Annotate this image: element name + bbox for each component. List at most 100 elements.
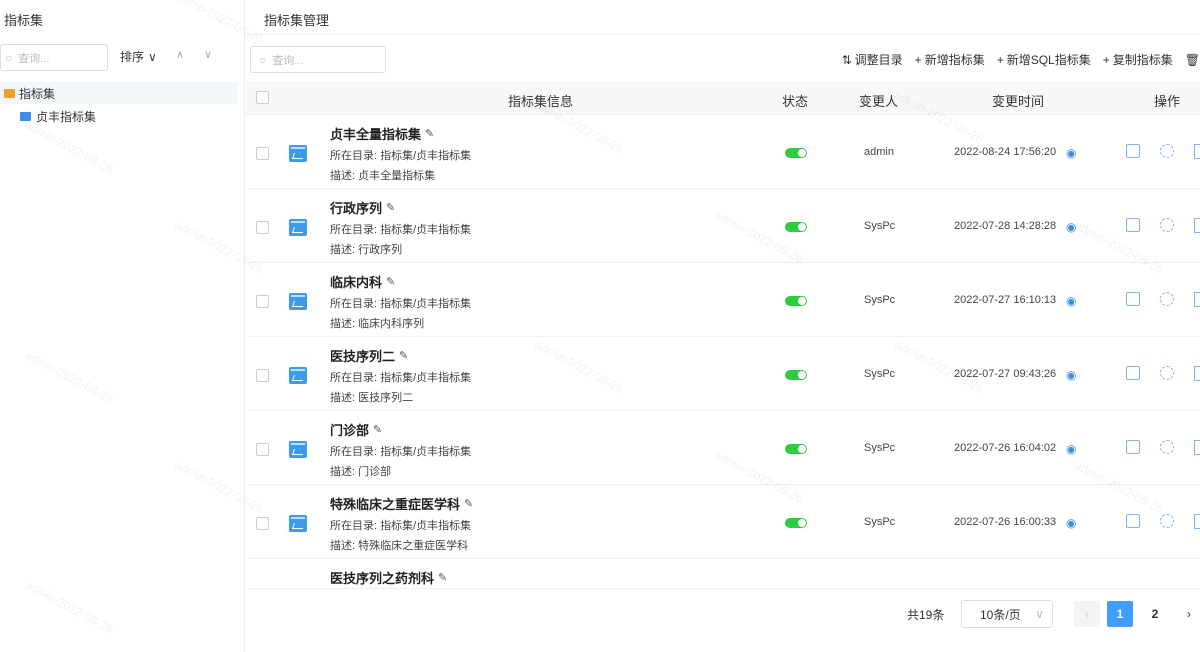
preview-icon[interactable] [1160,144,1174,158]
status-toggle[interactable] [785,444,807,454]
row-name[interactable]: 医技序列之药剂科 ✎ [330,568,447,587]
row-directory: 所在目录: 指标集/贞丰指标集 [330,224,472,236]
table-row[interactable]: 特殊临床之重症医学科 ✎ 所在目录: 指标集/贞丰指标集 描述: 特殊临床之重症医… [246,485,1200,559]
add-sql-indicator-set-button[interactable]: + 新增SQL指标集 [997,51,1091,68]
edit-icon[interactable] [1126,440,1140,454]
folder-icon [4,88,15,98]
table-row[interactable]: 医技序列之药剂科 ✎ [246,559,1200,589]
search-input[interactable]: ○ 查询... [250,46,386,73]
eye-icon[interactable]: ◉ [1066,220,1076,234]
edit-icon[interactable] [1126,292,1140,306]
adjust-icon: ⇅ [841,52,852,67]
pencil-icon[interactable]: ✎ [386,275,395,288]
row-checkbox[interactable] [256,147,269,160]
row-changer: SysPc [864,220,896,232]
preview-icon[interactable] [1160,514,1174,528]
adjust-directory-button[interactable]: ⇅ 调整目录 [842,51,903,68]
copy-indicator-set-button[interactable]: + 复制指标集 [1103,51,1173,68]
row-name[interactable]: 行政序列 ✎ [330,198,395,217]
tree-node-root-label: 指标集 [19,86,56,101]
row-checkbox[interactable] [256,295,269,308]
trash-icon[interactable] [1194,366,1200,381]
add-indicator-set-label: 新增指标集 [924,53,985,67]
row-description: 描述: 贞丰全量指标集 [330,170,436,182]
col-time: 变更时间 [992,94,1045,109]
row-changer: admin [864,146,894,158]
next-page-button[interactable]: › [1178,601,1200,627]
pencil-icon[interactable]: ✎ [373,423,382,436]
trash-icon[interactable] [1194,144,1200,159]
pencil-icon[interactable]: ✎ [386,201,395,214]
sort-button[interactable]: 排序 ∨ [120,48,157,65]
edit-icon[interactable] [1126,144,1140,158]
tree-node-child[interactable]: 贞丰指标集 [20,108,96,125]
chevron-up-icon[interactable]: ∧ [176,48,184,61]
row-name-text: 特殊临床之重症医学科 [330,497,461,512]
row-checkbox[interactable] [256,369,269,382]
row-time: 2022-07-27 09:43:26 [954,368,1057,380]
row-directory: 所在目录: 指标集/贞丰指标集 [330,446,472,458]
search-icon: ○ [259,52,267,67]
edit-icon[interactable] [1126,514,1140,528]
row-name-text: 医技序列之药剂科 [330,571,435,586]
tree-node-root[interactable]: 指标集 [0,82,238,104]
chart-icon [289,367,307,384]
add-sql-indicator-set-label: 新增SQL指标集 [1006,53,1091,67]
trash-icon[interactable] [1194,440,1200,455]
chevron-down-icon[interactable]: ∨ [204,48,212,61]
trash-icon[interactable] [1194,292,1200,307]
trash-icon[interactable] [1194,218,1200,233]
row-checkbox[interactable] [256,221,269,234]
row-checkbox[interactable] [256,443,269,456]
status-toggle[interactable] [785,222,807,232]
table-header: 指标集信息 状态 变更人 变更时间 操作 [246,81,1200,115]
preview-icon[interactable] [1160,292,1174,306]
row-checkbox[interactable] [256,517,269,530]
row-name[interactable]: 临床内科 ✎ [330,272,395,291]
col-changer: 变更人 [859,94,899,109]
pencil-icon[interactable]: ✎ [438,571,447,584]
status-toggle[interactable] [785,518,807,528]
pencil-icon[interactable]: ✎ [464,497,473,510]
edit-icon[interactable] [1126,218,1140,232]
eye-icon[interactable]: ◉ [1066,368,1076,382]
add-indicator-set-button[interactable]: + 新增指标集 [915,51,985,68]
status-toggle[interactable] [785,370,807,380]
chevron-down-icon: ∨ [148,49,157,64]
table-row[interactable]: 贞丰全量指标集 ✎ 所在目录: 指标集/贞丰指标集 描述: 贞丰全量指标集 adm… [246,115,1200,189]
pencil-icon[interactable]: ✎ [425,127,434,140]
table-row[interactable]: 医技序列二 ✎ 所在目录: 指标集/贞丰指标集 描述: 医技序列二 SysPc 2… [246,337,1200,411]
eye-icon[interactable]: ◉ [1066,516,1076,530]
page-size-select[interactable]: 10条/页 ∨ [961,600,1053,628]
row-changer: SysPc [864,294,896,306]
prev-page-button[interactable]: ‹ [1074,601,1100,627]
preview-icon[interactable] [1160,366,1174,380]
page-1-button[interactable]: 1 [1107,601,1133,627]
status-toggle[interactable] [785,148,807,158]
row-name[interactable]: 门诊部 ✎ [330,420,382,439]
page-2-button[interactable]: 2 [1142,601,1168,627]
delete-button[interactable]: 🗑 [1185,51,1200,68]
trash-icon[interactable] [1194,514,1200,529]
row-name[interactable]: 贞丰全量指标集 ✎ [330,124,434,143]
edit-icon[interactable] [1126,366,1140,380]
preview-icon[interactable] [1160,440,1174,454]
eye-icon[interactable]: ◉ [1066,146,1076,160]
copy-indicator-set-label: 复制指标集 [1112,53,1173,67]
plus-icon: + [1102,52,1110,67]
table-row[interactable]: 行政序列 ✎ 所在目录: 指标集/贞丰指标集 描述: 行政序列 SysPc 202… [246,189,1200,263]
left-search-input[interactable]: ○ 查询... [0,44,108,71]
status-toggle[interactable] [785,296,807,306]
pencil-icon[interactable]: ✎ [399,349,408,362]
row-time: 2022-07-26 16:00:33 [954,516,1057,528]
table-row[interactable]: 临床内科 ✎ 所在目录: 指标集/贞丰指标集 描述: 临床内科序列 SysPc 2… [246,263,1200,337]
right-panel: 指标集管理 ○ 查询... ⇅ 调整目录 + 新增指标集 + 新增SQL指标集 + 复制… [246,0,1200,652]
eye-icon[interactable]: ◉ [1066,294,1076,308]
preview-icon[interactable] [1160,218,1174,232]
pagination: 共19条 10条/页 ∨ ‹ 1 2 › [246,588,1200,638]
row-name[interactable]: 医技序列二 ✎ [330,346,408,365]
row-name[interactable]: 特殊临床之重症医学科 ✎ [330,494,473,513]
table-row[interactable]: 门诊部 ✎ 所在目录: 指标集/贞丰指标集 描述: 门诊部 SysPc 2022-… [246,411,1200,485]
eye-icon[interactable]: ◉ [1066,442,1076,456]
select-all-checkbox[interactable] [256,91,269,104]
